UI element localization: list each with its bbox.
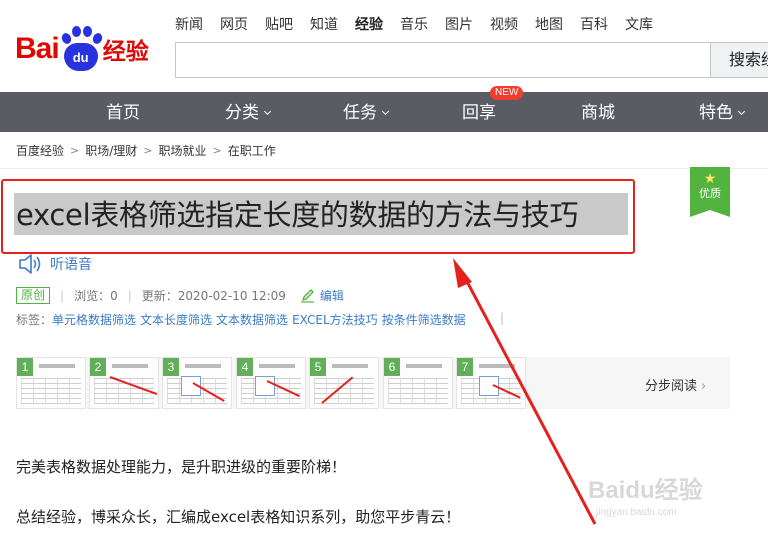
step-thumbnail[interactable]: 3 (162, 357, 232, 409)
topnav-zhidao[interactable]: 知道 (310, 14, 338, 34)
breadcrumb-item[interactable]: 在职工作 (228, 142, 276, 159)
top-nav: 新闻 网页 贴吧 知道 经验 音乐 图片 视频 地图 百科 文库 (175, 14, 670, 34)
watermark-logo: Baidu经验 (588, 477, 703, 504)
new-badge: NEW (490, 86, 524, 100)
nav-special-label: 特色 (699, 103, 733, 123)
divider: | (127, 288, 132, 303)
tag-list: 标签：单元格数据筛选 文本长度筛选 文本数据筛选 EXCEL方法技巧 按条件筛选数据 (16, 311, 501, 328)
nav-mall-label: 商城 (581, 103, 615, 123)
step-read-link[interactable]: 分步阅读 › (645, 375, 706, 394)
original-badge: 原创 (16, 287, 51, 304)
step-number: 2 (90, 358, 106, 376)
search-input[interactable] (175, 42, 711, 78)
updated-label: 更新： (141, 289, 178, 303)
logo-jingyan-text: 经验 (102, 39, 149, 65)
edit-button[interactable]: 编辑 (300, 287, 344, 304)
pencil-icon (300, 288, 314, 303)
chevron-down-icon (737, 107, 746, 116)
article-paragraph: 总结经验，博采众长，汇编成excel表格知识系列，助您平步青云！ (16, 508, 461, 526)
watermark-url: jingyan.baidu.com (596, 507, 677, 518)
main-nav: 首页 分类 任务 回享 商城 特色 (0, 92, 768, 132)
tag-link[interactable]: 文本数据筛选 (216, 313, 288, 327)
topnav-news[interactable]: 新闻 (175, 14, 203, 34)
topnav-tieba[interactable]: 贴吧 (265, 14, 293, 34)
topnav-video[interactable]: 视频 (490, 14, 518, 34)
quality-badge: ★ 优质 (690, 167, 730, 217)
divider: | (60, 288, 65, 303)
step-thumbnail[interactable]: 7 (456, 357, 526, 409)
breadcrumb-item[interactable]: 职场就业 (159, 142, 207, 159)
topnav-wenku[interactable]: 文库 (625, 14, 653, 34)
topnav-baike[interactable]: 百科 (580, 14, 608, 34)
step-number: 7 (457, 358, 473, 376)
nav-home[interactable]: 首页 (106, 92, 140, 132)
topnav-map[interactable]: 地图 (535, 14, 563, 34)
chevron-down-icon (263, 107, 272, 116)
topnav-web[interactable]: 网页 (220, 14, 248, 34)
divider (0, 168, 768, 169)
nav-share[interactable]: 回享 (462, 92, 496, 132)
nav-task-label: 任务 (343, 103, 377, 123)
nav-category[interactable]: 分类 (225, 92, 272, 132)
tag-link[interactable]: 单元格数据筛选 (52, 313, 136, 327)
chevron-down-icon (381, 107, 390, 116)
step-number: 3 (163, 358, 179, 376)
updated-time: 2020-02-10 12:09 (177, 288, 286, 303)
step-thumbnail[interactable]: 4 (236, 357, 306, 409)
topnav-music[interactable]: 音乐 (400, 14, 428, 34)
nav-home-label: 首页 (106, 103, 140, 123)
quality-badge-label: 优质 (699, 187, 721, 200)
annotation-red-box (1, 179, 635, 254)
step-thumbnail[interactable]: 1 (16, 357, 86, 409)
nav-share-label: 回享 (462, 103, 496, 123)
step-number: 4 (237, 358, 253, 376)
nav-category-label: 分类 (225, 103, 259, 123)
step-number: 5 (310, 358, 326, 376)
step-thumbnail[interactable]: 2 (89, 357, 159, 409)
views-label: 浏览： (74, 289, 111, 303)
topnav-jingyan[interactable]: 经验 (355, 14, 383, 34)
tag-link[interactable]: EXCEL方法技巧 (292, 313, 378, 327)
step-number: 1 (17, 358, 33, 376)
logo-bai-text: Bai (15, 32, 60, 65)
chevron-right-icon: > (212, 144, 222, 157)
logo-du-text: du (63, 43, 98, 71)
step-thumbnail[interactable]: 5 (309, 357, 379, 409)
tags-end-divider: | (500, 311, 505, 325)
breadcrumb-item[interactable]: 职场/理财 (85, 142, 137, 159)
listen-audio-button[interactable]: 听语音 (18, 253, 92, 275)
edit-label: 编辑 (319, 289, 344, 303)
step-thumbnail[interactable]: 6 (383, 357, 453, 409)
star-icon: ★ (703, 171, 717, 187)
breadcrumb-item[interactable]: 百度经验 (16, 142, 64, 159)
tag-link[interactable]: 文本长度筛选 (140, 313, 212, 327)
article-paragraph: 完美表格数据处理能力，是升职进级的重要阶梯！ (16, 458, 347, 476)
step-read-label: 分步阅读 (645, 379, 698, 394)
topnav-images[interactable]: 图片 (445, 14, 473, 34)
views-count: 0 (110, 288, 118, 303)
step-number: 6 (384, 358, 400, 376)
listen-label: 听语音 (50, 257, 92, 273)
speaker-icon (19, 254, 41, 274)
baidu-jingyan-logo[interactable]: Bai du 经验 (15, 24, 149, 74)
article-meta: 原创 | 浏览： 0 | 更新： 2020-02-10 12:09 编辑 (16, 287, 344, 304)
nav-mall[interactable]: 商城 (581, 92, 615, 132)
watermark: Baidu经验 jingyan.baidu.com (588, 470, 703, 518)
chevron-right-icon: › (701, 379, 707, 394)
nav-special[interactable]: 特色 (699, 92, 746, 132)
paw-icon: du (59, 26, 104, 72)
chevron-right-icon: > (70, 144, 80, 157)
chevron-right-icon: > (143, 144, 153, 157)
breadcrumb: 百度经验 > 职场/理财 > 职场就业 > 在职工作 (16, 142, 276, 159)
tags-label: 标签： (16, 313, 53, 327)
nav-task[interactable]: 任务 (343, 92, 390, 132)
search-button[interactable]: 搜索经 (710, 42, 768, 78)
tag-link[interactable]: 按条件筛选数据 (382, 313, 466, 327)
